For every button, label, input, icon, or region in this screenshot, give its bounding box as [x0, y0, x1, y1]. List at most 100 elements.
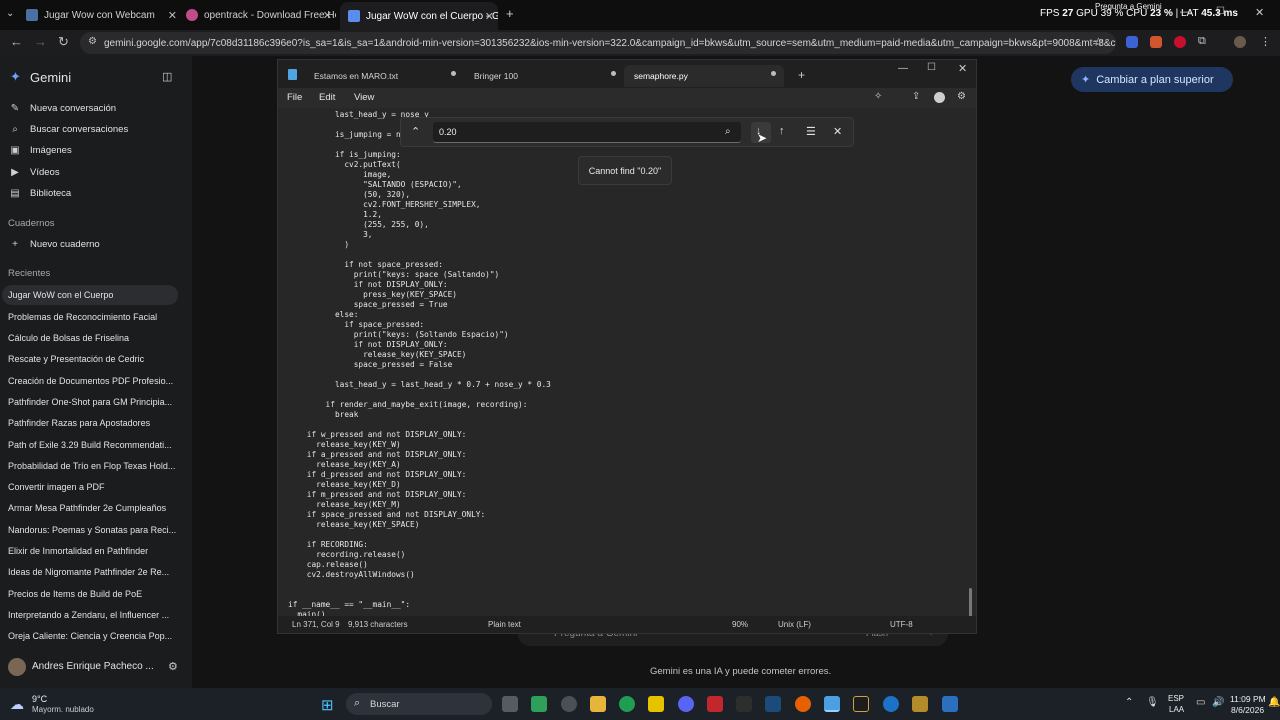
extension-record-icon[interactable] — [1174, 36, 1186, 48]
ask-gemini-button[interactable]: Pregunta a Gemini — [1095, 2, 1162, 11]
clock-date[interactable]: 8/6/2026 — [1231, 705, 1264, 715]
path-of-exile-icon[interactable] — [853, 696, 869, 712]
network-icon[interactable]: ▭ — [1196, 697, 1205, 708]
browser-tab-gemini[interactable]: Jugar WoW con el Cuerpo - Ge ✕ — [340, 2, 498, 30]
recent-chat[interactable]: Interpretando a Zendaru, el Influencer .… — [8, 610, 184, 620]
recent-chat[interactable]: Rescate y Presentación de Cedric — [8, 354, 184, 364]
bookmark-star-icon[interactable]: ☆ — [1093, 35, 1104, 49]
copilot-icon[interactable]: ✧ — [874, 91, 882, 102]
recent-chat[interactable]: Armar Mesa Pathfinder 2e Cumpleaños — [8, 503, 184, 513]
close-icon[interactable]: ✕ — [485, 10, 494, 23]
user-name[interactable]: Andres Enrique Pacheco ... — [32, 661, 154, 672]
keyboard-layout[interactable]: LAA — [1169, 705, 1184, 714]
steam-icon[interactable] — [765, 696, 781, 712]
task-view-icon[interactable] — [502, 696, 518, 712]
tab-list-chevron-icon[interactable]: ⌄ — [6, 8, 14, 19]
recent-chat[interactable]: Path of Exile 3.29 Build Recommendati... — [8, 440, 184, 450]
collapse-replace-chevron-icon[interactable]: ⌃ — [411, 125, 420, 138]
recent-chat[interactable]: Nandorus: Poemas y Sonatas para Reci... — [8, 525, 184, 535]
recent-chat[interactable]: Jugar WoW con el Cuerpo — [2, 285, 178, 305]
sidebar-item-search[interactable]: ⌕ Buscar conversaciones — [8, 124, 128, 135]
zoom-level[interactable]: 90% — [732, 620, 748, 629]
recent-chat[interactable]: Ideas de Nigromante Pathfinder 2e Re... — [8, 567, 184, 577]
recent-chat[interactable]: Pathfinder One-Shot para GM Principia... — [8, 397, 184, 407]
browser-tab-opentrack[interactable]: opentrack - Download Free He ✕ — [186, 4, 336, 26]
wow-icon[interactable] — [912, 696, 928, 712]
browser-tab-webcam[interactable]: Jugar Wow con Webcam ✕ — [26, 4, 181, 26]
sidebar-item-library[interactable]: ▤ Biblioteca — [8, 188, 71, 199]
menu-file[interactable]: File — [287, 92, 302, 103]
address-bar[interactable]: ⚙ gemini.google.com/app/7c08d31186c396e0… — [80, 32, 1116, 54]
vertical-scrollbar[interactable] — [969, 588, 972, 616]
notepad-tab-maro[interactable]: Estamos en MARO.txt — [304, 65, 464, 87]
reload-icon[interactable]: ↻ — [58, 34, 69, 50]
taskbar-search[interactable]: ⌕ Buscar — [346, 693, 492, 715]
recent-chat[interactable]: Precios de Items de Build de PoE — [8, 589, 184, 599]
battlenet-icon[interactable] — [883, 696, 899, 712]
weather-temp[interactable]: 9°C — [32, 694, 47, 704]
arrow-up-icon[interactable]: ↑ — [779, 125, 785, 137]
site-info-icon[interactable]: ⚙ — [88, 36, 97, 47]
new-tab-icon[interactable]: + — [798, 68, 805, 82]
minimize-icon[interactable]: — — [1180, 6, 1191, 18]
collapse-sidebar-icon[interactable]: ◫ — [162, 70, 172, 83]
recent-chat[interactable]: Problemas de Reconocimiento Facial — [8, 312, 184, 322]
firefox-icon[interactable] — [795, 696, 811, 712]
mic-icon[interactable]: 🎙 — [1146, 697, 1159, 708]
clock-time[interactable]: 11:09 PM — [1230, 694, 1266, 704]
upgrade-plan-button[interactable]: ✦ Cambiar a plan superior — [1071, 67, 1233, 92]
volume-icon[interactable]: 🔊 — [1212, 697, 1224, 708]
close-icon[interactable]: ✕ — [833, 125, 842, 138]
capcut-icon[interactable] — [736, 696, 752, 712]
find-options-icon[interactable]: ☰ — [806, 125, 816, 138]
maximize-icon[interactable]: ☐ — [927, 62, 936, 73]
discord-icon[interactable] — [678, 696, 694, 712]
new-tab-icon[interactable]: + — [506, 6, 514, 21]
language-indicator[interactable]: ESP — [1168, 694, 1184, 703]
powershell-icon[interactable] — [942, 696, 958, 712]
menu-view[interactable]: View — [354, 92, 374, 103]
maximize-icon[interactable]: ☐ — [1216, 6, 1225, 17]
back-icon[interactable]: ← — [10, 34, 23, 49]
notepad-tab-semaphore[interactable]: semaphore.py — [624, 65, 784, 87]
notepad-tab-bringer[interactable]: Bringer 100 — [464, 65, 624, 87]
windows-start-icon[interactable]: ⊞ — [321, 696, 334, 714]
close-icon[interactable]: ✕ — [168, 9, 177, 22]
find-input[interactable]: 0.20 — [433, 122, 741, 143]
tray-chevron-icon[interactable]: ⌃ — [1125, 697, 1133, 708]
extensions-puzzle-icon[interactable]: ⧉ — [1198, 35, 1206, 48]
extension-shield-icon[interactable] — [1126, 36, 1138, 48]
share-icon[interactable]: ⇪ — [912, 91, 920, 102]
settings-gear-icon[interactable]: ⚙ — [168, 660, 178, 673]
minimize-icon[interactable]: — — [898, 63, 908, 74]
sidebar-item-new-chat[interactable]: ✎ Nueva conversación — [8, 103, 116, 114]
close-icon[interactable]: ✕ — [323, 9, 332, 22]
forward-icon[interactable]: → — [34, 34, 47, 49]
close-window-icon[interactable]: ✕ — [1255, 6, 1264, 19]
file-explorer-icon[interactable] — [590, 696, 606, 712]
chatgpt-icon[interactable] — [561, 696, 577, 712]
recent-chat[interactable]: Oreja Caliente: Ciencia y Creencia Pop..… — [8, 631, 184, 641]
avatar[interactable] — [8, 658, 26, 676]
notification-bell-icon[interactable]: 🔔 — [1268, 697, 1280, 708]
app-icon[interactable] — [707, 696, 723, 712]
recent-chat[interactable]: Creación de Documentos PDF Profesio... — [8, 376, 184, 386]
recent-chat[interactable]: Convertir imagen a PDF — [8, 482, 184, 492]
browser-menu-icon[interactable]: ⋮ — [1260, 35, 1271, 48]
sidebar-item-images[interactable]: ▣ Imágenes — [8, 145, 71, 156]
sticky-notes-icon[interactable] — [648, 696, 664, 712]
account-icon[interactable] — [934, 92, 945, 103]
close-icon[interactable]: ✕ — [958, 62, 967, 75]
app-icon[interactable] — [531, 696, 547, 712]
recent-chat[interactable]: Probabilidad de Trío en Flop Texas Hold.… — [8, 461, 184, 471]
weather-desc[interactable]: Mayorm. nublado — [32, 705, 94, 714]
recent-chat[interactable]: Cálculo de Bolsas de Friselina — [8, 333, 184, 343]
recent-chat[interactable]: Elixir de Inmortalidad en Pathfinder — [8, 546, 184, 556]
new-notebook-button[interactable]: + Nuevo cuaderno — [8, 239, 100, 250]
extension-maple-icon[interactable] — [1150, 36, 1162, 48]
notepad-icon[interactable] — [824, 696, 840, 712]
recent-chat[interactable]: Pathfinder Razas para Apostadores — [8, 418, 184, 428]
sidebar-item-videos[interactable]: ▶ Vídeos — [8, 167, 59, 178]
chrome-icon[interactable] — [619, 696, 635, 712]
profile-avatar-icon[interactable] — [1234, 36, 1246, 48]
